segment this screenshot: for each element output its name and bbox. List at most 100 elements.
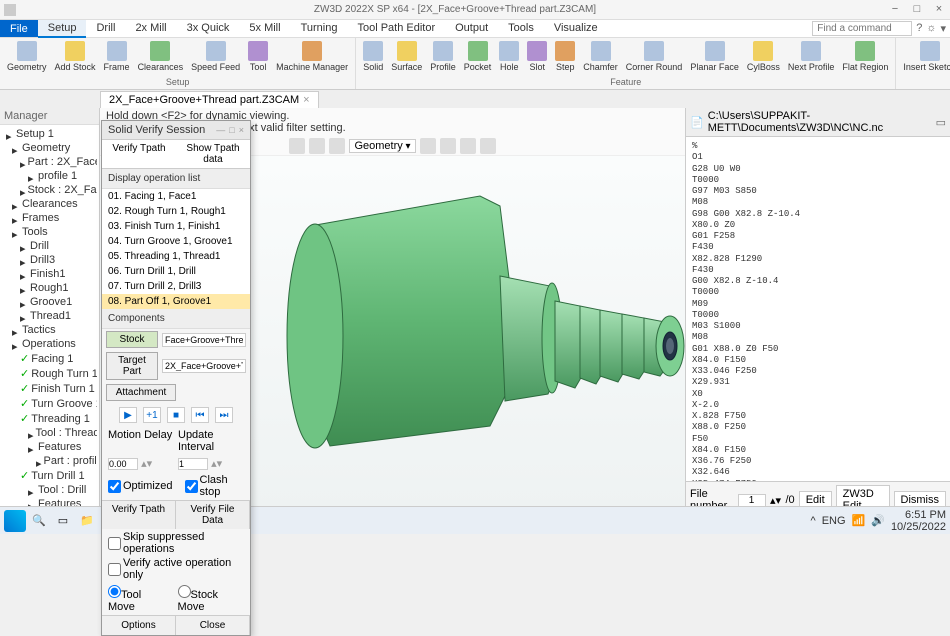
ribbon-cylboss-button[interactable]: CylBoss xyxy=(744,40,783,77)
ribbon-slot-button[interactable]: Slot xyxy=(524,40,550,77)
ribbon-speed-feed-button[interactable]: Speed Feed xyxy=(188,40,243,77)
ribbon-frame-button[interactable]: Frame xyxy=(101,40,133,77)
ribbon-insert-sketch-button[interactable]: Insert Sketch xyxy=(900,40,950,77)
update-interval-input[interactable] xyxy=(178,458,208,470)
options-button[interactable]: Options xyxy=(102,616,176,635)
tree-item[interactable]: ▸ profile 1 xyxy=(2,169,97,183)
tree-item[interactable]: ▸ Tool : Drill xyxy=(2,483,97,497)
optimized-checkbox[interactable]: Optimized xyxy=(108,474,173,498)
ribbon-machine-manager-button[interactable]: Machine Manager xyxy=(273,40,351,77)
tray-up-icon[interactable]: ^ xyxy=(811,515,816,527)
ribbon-corner-round-button[interactable]: Corner Round xyxy=(623,40,686,77)
file-menu[interactable]: File xyxy=(0,20,38,37)
dialog-titlebar[interactable]: Solid Verify Session — □ × xyxy=(102,121,250,140)
stock-move-radio[interactable]: Stock Move xyxy=(178,585,244,613)
tree-item[interactable]: ✓ Turn Groove 1 xyxy=(2,396,97,411)
ribbon-step-button[interactable]: Step xyxy=(552,40,578,77)
ribbon-geometry-button[interactable]: Geometry xyxy=(4,40,50,77)
operation-item[interactable]: 08. Part Off 1, Groove1 xyxy=(102,294,250,309)
ribbon-chamfer-button[interactable]: Chamfer xyxy=(580,40,621,77)
attachment-button[interactable]: Attachment xyxy=(106,384,176,401)
tool-move-radio[interactable]: Tool Move xyxy=(108,585,168,613)
ribbon-profile-button[interactable]: Profile xyxy=(427,40,459,77)
operation-item[interactable]: 02. Rough Turn 1, Rough1 xyxy=(102,204,250,219)
task-view-icon[interactable]: ▭ xyxy=(52,510,74,532)
verify-tpath-bottom-tab[interactable]: Verify Tpath xyxy=(102,501,176,529)
minimize-button[interactable]: − xyxy=(888,3,902,17)
tree-item[interactable]: ▸ Frames xyxy=(2,211,97,225)
menu-tab-3x-quick[interactable]: 3x Quick xyxy=(177,20,240,38)
vp-filter-icon[interactable] xyxy=(420,138,436,154)
verify-tpath-tab[interactable]: Verify Tpath xyxy=(102,140,176,168)
tray-lang-icon[interactable]: ENG xyxy=(822,515,846,527)
tree-item[interactable]: ▸ Tool : Thread1 xyxy=(2,426,97,440)
tree-item[interactable]: ▸ Stock : 2X_Face+Groo... xyxy=(2,183,97,197)
menu-tab-setup[interactable]: Setup xyxy=(38,20,87,38)
settings-icon[interactable]: ▾ xyxy=(940,22,946,35)
nc-code-text[interactable]: % O1 G28 U0 W0 T0000 G97 M03 S850 M08 G9… xyxy=(686,137,950,481)
operation-item[interactable]: 05. Threading 1, Thread1 xyxy=(102,249,250,264)
operation-list[interactable]: 01. Facing 1, Face102. Rough Turn 1, Rou… xyxy=(102,189,250,309)
tree-item[interactable]: ▸ Thread1 xyxy=(2,309,97,323)
close-button[interactable]: × xyxy=(932,3,946,17)
vp-view-icon[interactable] xyxy=(440,138,456,154)
menu-tab-5x-mill[interactable]: 5x Mill xyxy=(239,20,290,38)
theme-icon[interactable]: ☼ xyxy=(926,22,936,35)
close-tab-icon[interactable]: × xyxy=(303,94,309,106)
verify-active-checkbox[interactable]: Verify active operation only xyxy=(108,557,244,581)
tree-item[interactable]: ▸ Features xyxy=(2,440,97,454)
skip-fwd-button[interactable]: ⏭ xyxy=(215,407,233,423)
stock-value-input[interactable] xyxy=(162,333,246,347)
dialog-close-icon[interactable]: × xyxy=(239,125,244,135)
menu-tab-tool-path-editor[interactable]: Tool Path Editor xyxy=(347,20,445,38)
operation-item[interactable]: 03. Finish Turn 1, Finish1 xyxy=(102,219,250,234)
stock-button[interactable]: Stock xyxy=(106,331,158,348)
motion-delay-input[interactable] xyxy=(108,458,138,470)
manager-tree[interactable]: ▸ Setup 1▸ Geometry▸ Part : 2X_Face+Groo… xyxy=(0,125,99,518)
tree-item[interactable]: ▸ Rough1 xyxy=(2,281,97,295)
tray-wifi-icon[interactable]: 📶 xyxy=(852,514,866,527)
search-icon[interactable]: 🔍 xyxy=(28,510,50,532)
menu-tab-output[interactable]: Output xyxy=(445,20,498,38)
dialog-max-icon[interactable]: □ xyxy=(229,125,234,135)
tray-volume-icon[interactable]: 🔊 xyxy=(871,514,885,527)
verify-file-data-tab[interactable]: Verify File Data xyxy=(176,501,250,529)
menu-tab-visualize[interactable]: Visualize xyxy=(544,20,608,38)
target-value-input[interactable] xyxy=(162,359,246,373)
tree-item[interactable]: ▸ Tools xyxy=(2,225,97,239)
tree-item[interactable]: ✓ Threading 1 xyxy=(2,411,97,426)
ribbon-next-profile-button[interactable]: Next Profile xyxy=(785,40,838,77)
tree-item[interactable]: ▸ Finish1 xyxy=(2,267,97,281)
tree-item[interactable]: ▸ Groove1 xyxy=(2,295,97,309)
operation-item[interactable]: 07. Turn Drill 2, Drill3 xyxy=(102,279,250,294)
help-icon[interactable]: ? xyxy=(916,22,922,35)
tree-item[interactable]: ▸ Geometry xyxy=(2,141,97,155)
ribbon-clearances-button[interactable]: Clearances xyxy=(135,40,187,77)
system-tray[interactable]: ^ ENG 📶 🔊 6:51 PM 10/25/2022 xyxy=(811,509,946,533)
tree-item[interactable]: ✓ Facing 1 xyxy=(2,351,97,366)
filter-select[interactable]: Geometry ▾ xyxy=(349,139,415,153)
tree-item[interactable]: ▸ Part : profile 1 xyxy=(2,454,97,468)
menu-tab-turning[interactable]: Turning xyxy=(291,20,348,38)
tree-item[interactable]: ▸ Drill xyxy=(2,239,97,253)
tree-item[interactable]: ▸ Clearances xyxy=(2,197,97,211)
ribbon-solid-button[interactable]: Solid xyxy=(360,40,386,77)
vp-more-icon[interactable] xyxy=(480,138,496,154)
vp-select-icon[interactable] xyxy=(309,138,325,154)
ribbon-hole-button[interactable]: Hole xyxy=(496,40,522,77)
skip-suppressed-checkbox[interactable]: Skip suppressed operations xyxy=(108,531,244,555)
operation-item[interactable]: 06. Turn Drill 1, Drill xyxy=(102,264,250,279)
stop-button[interactable]: ■ xyxy=(167,407,185,423)
show-tpath-data-tab[interactable]: Show Tpath data xyxy=(176,140,250,168)
vp-reset-icon[interactable] xyxy=(289,138,305,154)
document-tab[interactable]: 2X_Face+Groove+Thread part.Z3CAM × xyxy=(100,91,319,108)
file-number-input[interactable] xyxy=(738,494,766,507)
tree-item[interactable]: ▸ Tactics xyxy=(2,323,97,337)
operation-item[interactable]: 01. Facing 1, Face1 xyxy=(102,189,250,204)
clash-stop-checkbox[interactable]: Clash stop xyxy=(185,474,244,498)
tree-item[interactable]: ✓ Rough Turn 1 xyxy=(2,366,97,381)
step-button[interactable]: +1 xyxy=(143,407,161,423)
tree-item[interactable]: ▸ Setup 1 xyxy=(2,127,97,141)
ribbon-flat-region-button[interactable]: Flat Region xyxy=(839,40,891,77)
ribbon-planar-face-button[interactable]: Planar Face xyxy=(687,40,742,77)
